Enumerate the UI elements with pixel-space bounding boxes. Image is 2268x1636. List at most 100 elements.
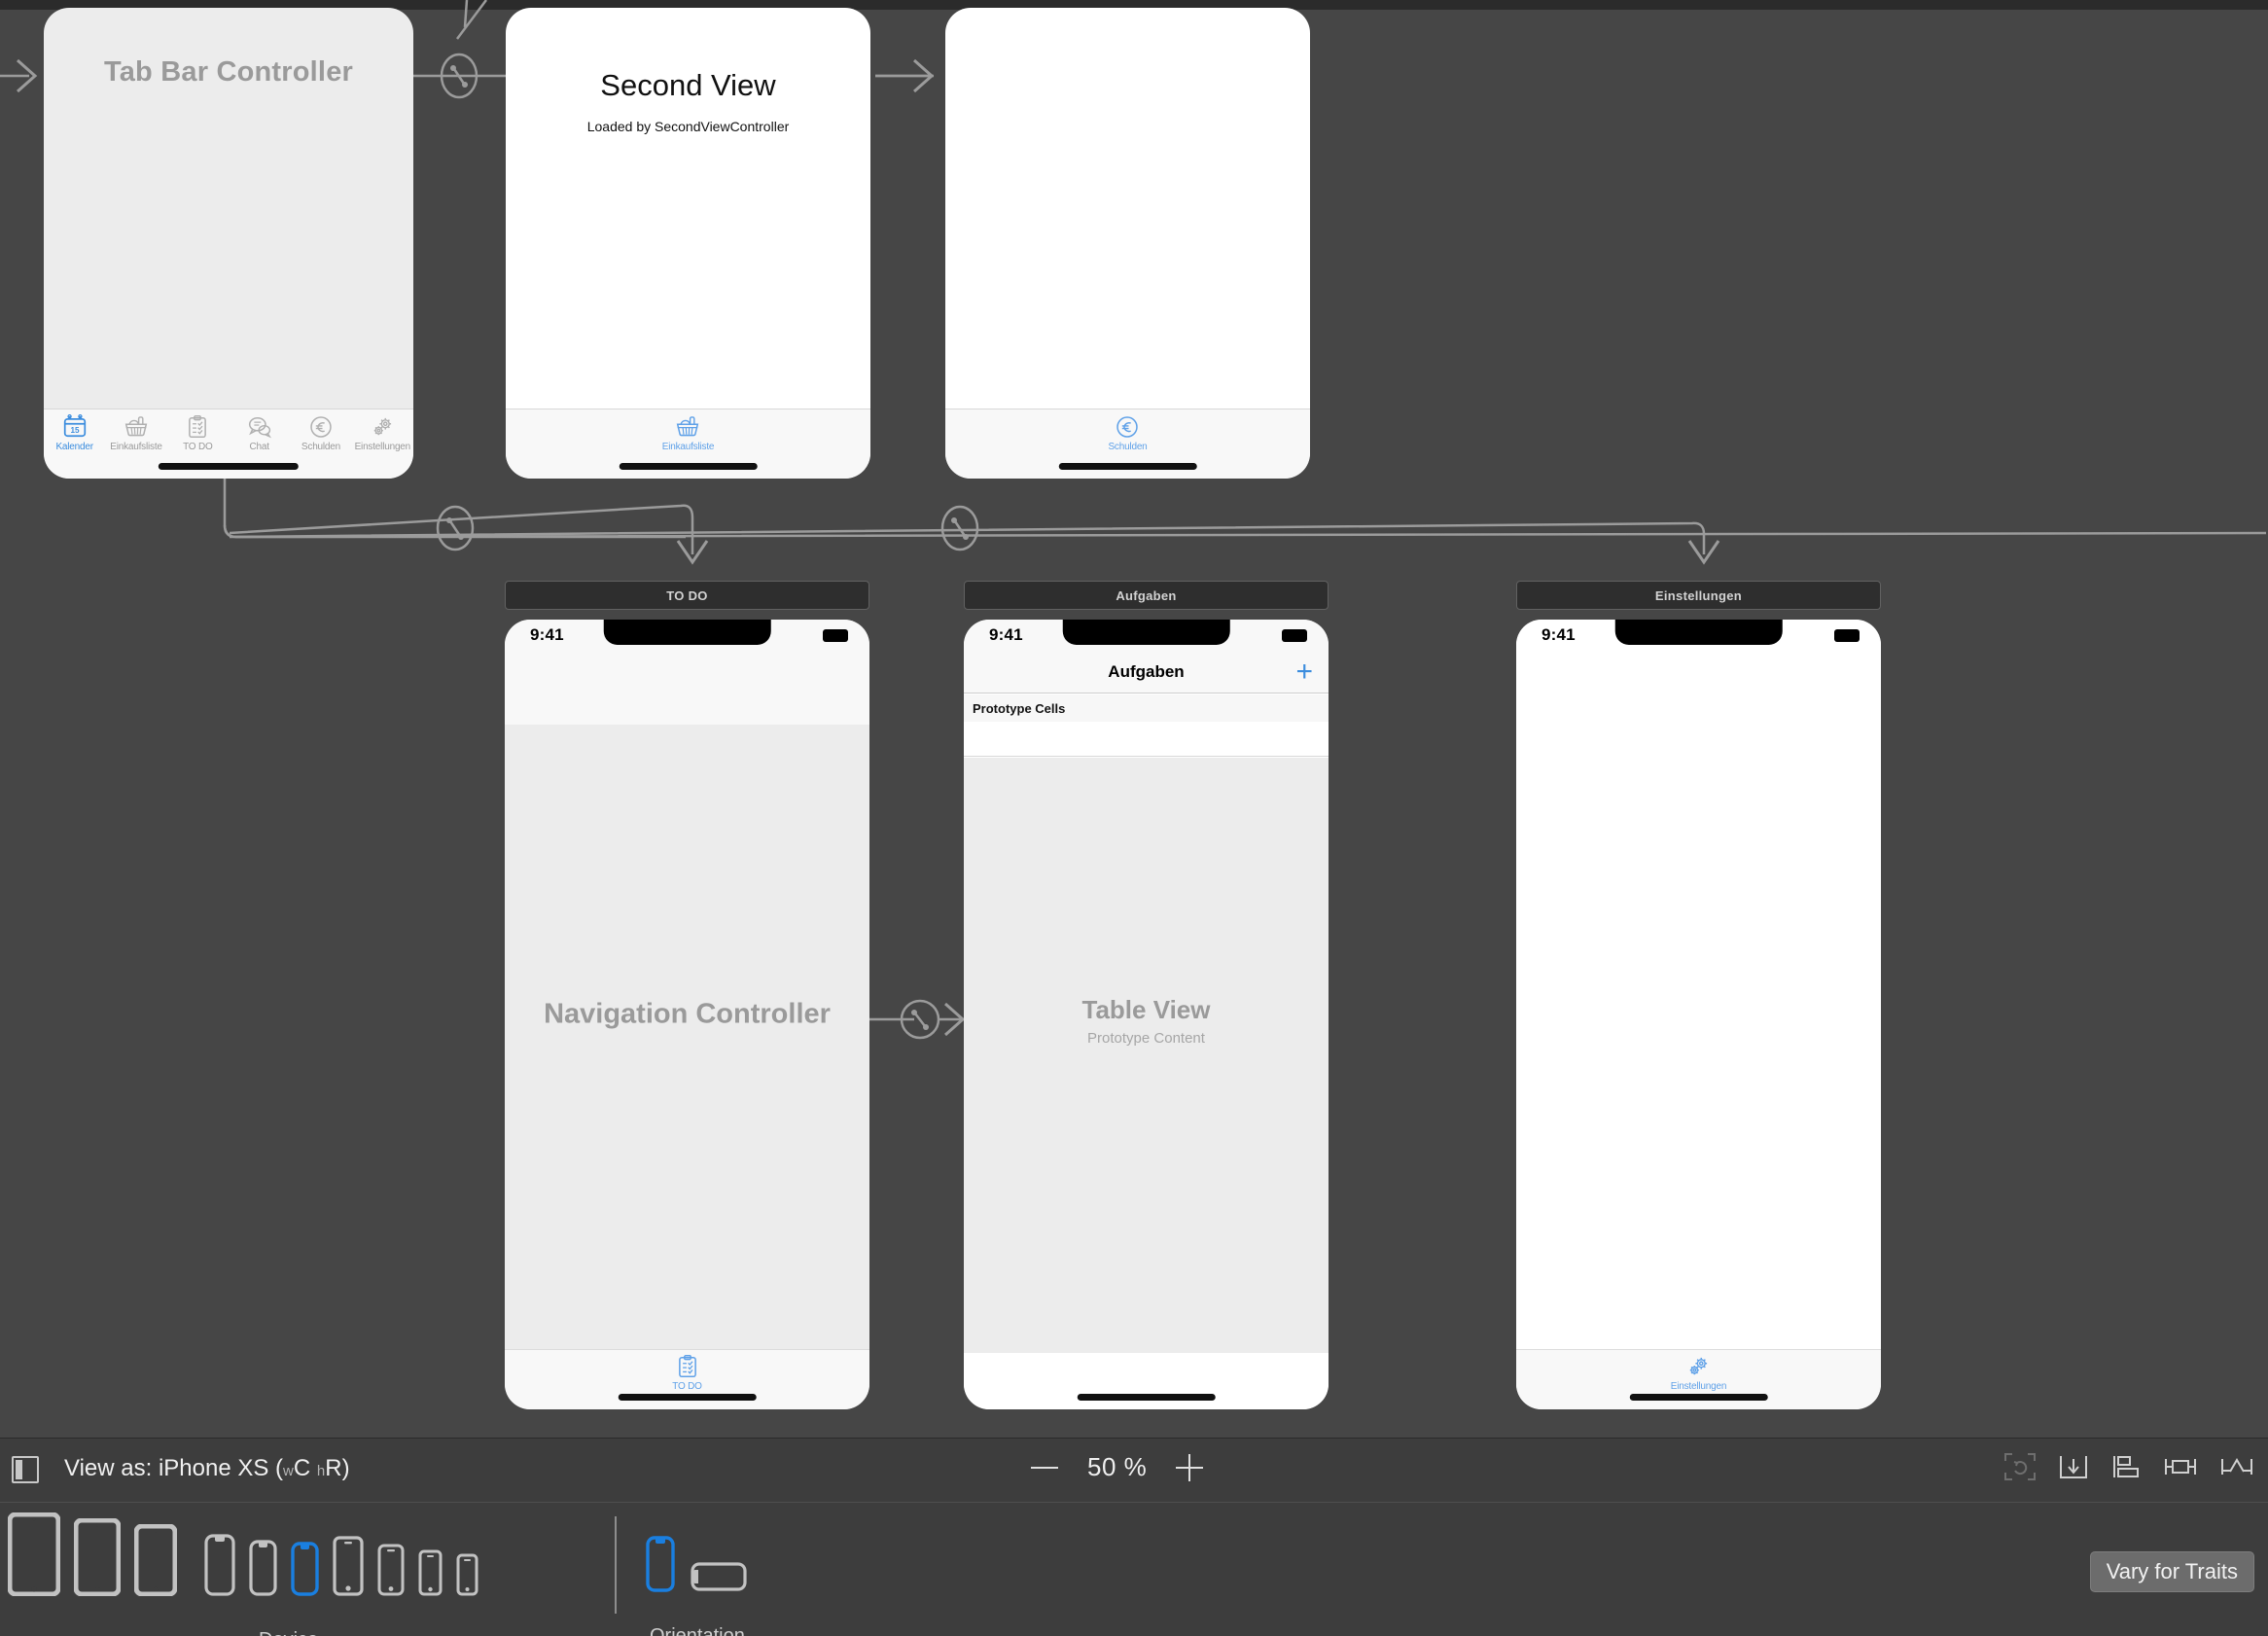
tab-label-todo: TO DO (183, 442, 213, 452)
home-indicator (158, 463, 300, 470)
zoom-out-button[interactable] (1031, 1466, 1058, 1469)
navigation-bar: Aufgaben + (964, 651, 1329, 694)
view-as-device: iPhone XS (158, 1455, 269, 1481)
scene-schulden-view[interactable]: Schulden (945, 8, 1310, 479)
tab-item-schulden[interactable]: Schulden (290, 414, 351, 452)
euro-icon (1116, 416, 1139, 438)
tab-item-einstellungen[interactable]: Einstellungen (352, 414, 413, 452)
device-iphone-8[interactable] (377, 1544, 405, 1601)
add-button[interactable]: + (1295, 657, 1313, 686)
scene-einstellungen[interactable]: 9:41 Einstellungen (1516, 620, 1881, 1409)
gears-icon (1690, 1357, 1708, 1375)
section-divider (615, 1516, 617, 1614)
scene-tab-bar-controller[interactable]: Tab Bar Controller 15 Kalender Einkaufsl… (44, 8, 413, 479)
calendar-icon: 15 (63, 414, 86, 438)
device-ipad-pro-12[interactable] (7, 1512, 61, 1601)
animate-icon[interactable] (2003, 1452, 2037, 1481)
embed-in-icon[interactable] (2058, 1452, 2089, 1481)
layout-tool-icons[interactable] (2003, 1452, 2254, 1481)
device-section-label: Device (259, 1629, 318, 1636)
home-indicator (1077, 1394, 1216, 1401)
status-time: 9:41 (1542, 625, 1576, 644)
resolve-issues-icon[interactable] (2219, 1452, 2254, 1481)
gears-icon (374, 417, 392, 436)
clipboard-icon (189, 415, 207, 439)
table-view-body[interactable]: Table View Prototype Content (964, 758, 1329, 1353)
table-view-subtitle: Prototype Content (1087, 1030, 1205, 1047)
device-list[interactable]: Device (7, 1512, 478, 1636)
scene-title-todo[interactable]: TO DO (505, 581, 869, 610)
home-indicator (618, 1394, 757, 1401)
tab-item-kalender[interactable]: 15 Kalender (44, 414, 105, 452)
battery-icon (1834, 629, 1860, 642)
basket-icon (124, 416, 148, 437)
tab-label-schulden: Schulden (1108, 442, 1148, 452)
scene-title-einstellungen[interactable]: Einstellungen (1516, 581, 1881, 610)
tab-label-kalender: Kalender (55, 442, 93, 452)
battery-icon (823, 629, 848, 642)
vary-for-traits-button[interactable]: Vary for Traits (2089, 1551, 2254, 1592)
home-indicator (1058, 463, 1197, 470)
orientation-section-label: Orientation (650, 1625, 745, 1636)
basket-icon (677, 416, 699, 437)
navigation-controller-placeholder-label: Navigation Controller (544, 998, 831, 1030)
tab-label-einkaufsliste: Einkaufsliste (661, 442, 715, 452)
prototype-cell[interactable] (964, 722, 1329, 757)
status-time: 9:41 (989, 625, 1023, 644)
device-iphone-8-plus[interactable] (333, 1536, 364, 1601)
home-indicator (619, 463, 758, 470)
zoom-in-button[interactable] (1176, 1453, 1204, 1481)
second-view-subtitle: Loaded by SecondViewController (586, 119, 790, 134)
home-indicator (1629, 1394, 1768, 1401)
status-bar: 9:41 (964, 620, 1329, 651)
tab-item-chat[interactable]: Chat (229, 414, 290, 452)
scene-aufgaben-table-view[interactable]: 9:41 Aufgaben + Prototype Cells Table Vi… (964, 620, 1329, 1409)
chat-bubbles-icon (248, 417, 271, 439)
device-iphone-se[interactable] (418, 1549, 443, 1601)
orientation-landscape[interactable] (691, 1562, 747, 1596)
tab-label-einkaufsliste: Einkaufsliste (110, 442, 162, 452)
trait-w-value: C (293, 1455, 311, 1481)
scene-second-view[interactable]: Second View Loaded by SecondViewControll… (506, 8, 870, 479)
view-as-prefix: View as: (64, 1455, 153, 1481)
tab-label-todo: TO DO (672, 1381, 702, 1392)
view-as-label[interactable]: View as: iPhone XS (wC hR) (64, 1455, 350, 1482)
canvas-bottom-bar: View as: iPhone XS (wC hR) 50 % Orientat… (0, 1438, 2268, 1636)
zoom-value: 50 % (1087, 1452, 1148, 1481)
storyboard-canvas[interactable]: Tab Bar Controller 15 Kalender Einkaufsl… (0, 0, 2268, 1438)
device-iphone-4s[interactable] (456, 1553, 478, 1601)
trait-h-prefix: h (316, 1463, 326, 1479)
tab-item-einstellungen-active[interactable]: Einstellungen (1671, 1354, 1726, 1409)
tab-label-einstellungen: Einstellungen (354, 442, 411, 452)
view-as-bar: View as: iPhone XS (wC hR) 50 % (0, 1439, 2268, 1503)
tab-item-schulden-active[interactable]: Schulden (1108, 414, 1148, 452)
zoom-controls[interactable]: 50 % (1031, 1452, 1204, 1482)
battery-icon (1282, 629, 1307, 642)
clipboard-icon (678, 1355, 696, 1378)
scene-navigation-controller[interactable]: 9:41 Navigation Controller TO DO (505, 620, 869, 1409)
device-iphone-xr[interactable] (249, 1540, 277, 1601)
orientation-portrait[interactable] (646, 1536, 675, 1597)
svg-text:15: 15 (70, 426, 80, 435)
tab-item-einkaufsliste-active[interactable]: Einkaufsliste (661, 414, 715, 452)
trait-w-prefix: w (283, 1463, 294, 1479)
tab-label-schulden: Schulden (301, 442, 341, 452)
device-ipad-pro-11[interactable] (73, 1517, 122, 1601)
scene-title-aufgaben[interactable]: Aufgaben (964, 581, 1329, 610)
tab-item-todo-active[interactable]: TO DO (672, 1354, 702, 1409)
device-iphone-xs[interactable] (291, 1542, 319, 1601)
tab-item-todo[interactable]: TO DO (167, 414, 229, 452)
second-view-title: Second View (600, 68, 776, 102)
tab-label-einstellungen: Einstellungen (1670, 1381, 1727, 1392)
table-view-footer (964, 1353, 1329, 1409)
device-iphone-xs-max[interactable] (204, 1534, 235, 1601)
device-ipad-mini[interactable] (133, 1523, 178, 1601)
status-bar: 9:41 (1516, 620, 1881, 651)
add-constraints-icon[interactable] (2163, 1452, 2198, 1481)
tab-item-einkaufsliste[interactable]: Einkaufsliste (105, 414, 166, 452)
toggle-preview-icon[interactable] (12, 1456, 39, 1483)
euro-icon (310, 416, 332, 438)
orientation-list[interactable]: Orientation (646, 1536, 747, 1636)
align-icon[interactable] (2110, 1452, 2142, 1481)
device-selection-strip[interactable]: Device Orientation Vary for Traits (0, 1503, 2268, 1636)
